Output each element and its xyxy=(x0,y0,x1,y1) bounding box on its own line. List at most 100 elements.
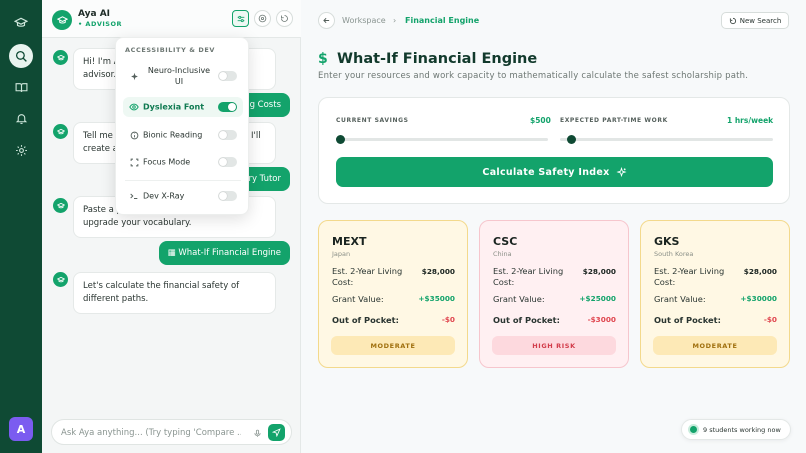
menu-item-focus-mode[interactable]: Focus Mode xyxy=(123,152,243,172)
back-button[interactable] xyxy=(318,12,335,29)
out-of-pocket-label: Out of Pocket: xyxy=(493,315,560,325)
assistant-message: Let's calculate the financial safety of … xyxy=(73,272,276,314)
assistant-avatar-icon xyxy=(53,272,68,287)
eye-icon xyxy=(258,14,267,23)
user-message-text: What-If Financial Engine xyxy=(178,248,281,258)
breadcrumb-current: Financial Engine xyxy=(405,16,480,25)
focus-mode-toggle[interactable] xyxy=(218,157,237,167)
work-value: 1 hrs/week xyxy=(727,116,774,125)
view-button[interactable] xyxy=(254,10,271,27)
online-dot-icon xyxy=(690,426,697,433)
arrow-left-icon xyxy=(323,17,330,24)
grant-label: Grant Value: xyxy=(493,294,545,304)
grant-label: Grant Value: xyxy=(332,294,384,304)
chat-input[interactable] xyxy=(61,425,241,441)
send-icon xyxy=(272,428,281,437)
assistant-avatar-icon xyxy=(53,50,68,65)
savings-label: CURRENT SAVINGS xyxy=(336,117,409,124)
living-cost-value: $28,000 xyxy=(582,267,616,276)
out-of-pocket-value: -$0 xyxy=(441,315,455,324)
menu-item-label: Dyslexia Font xyxy=(143,102,205,112)
sparkle-icon xyxy=(129,71,139,81)
reset-chat-button[interactable] xyxy=(276,10,293,27)
user-avatar[interactable]: A xyxy=(9,417,33,441)
chat-input-bar xyxy=(51,419,292,445)
out-of-pocket-value: -$0 xyxy=(763,315,777,324)
menu-item-dyslexia-font[interactable]: Dyslexia Font xyxy=(123,97,243,117)
graduation-cap-icon xyxy=(52,10,72,30)
calculate-safety-button[interactable]: Calculate Safety Index xyxy=(336,157,773,187)
accessibility-menu-title: ACCESSIBILITY & DEV xyxy=(125,46,216,54)
card-country: South Korea xyxy=(654,250,694,258)
assistant-name: Aya AI xyxy=(78,9,111,19)
menu-item-bionic-reading[interactable]: Bionic Reading xyxy=(123,125,243,145)
grant-value: +$35000 xyxy=(418,294,455,303)
graduation-cap-icon[interactable] xyxy=(10,12,32,34)
grant-value: +$25000 xyxy=(579,294,616,303)
living-cost-label: Est. 2-Year Living Cost: xyxy=(332,266,403,287)
bionic-reading-toggle[interactable] xyxy=(218,130,237,140)
bell-icon[interactable] xyxy=(10,107,32,129)
card-country: Japan xyxy=(332,250,351,258)
eye-icon xyxy=(129,102,139,112)
risk-badge: HIGH RISK xyxy=(492,336,616,355)
out-of-pocket-label: Out of Pocket: xyxy=(654,315,721,325)
accessibility-toggle-button[interactable] xyxy=(232,10,249,27)
menu-item-label: Focus Mode xyxy=(143,157,191,167)
new-search-button[interactable]: New Search xyxy=(721,12,789,29)
neuro-inclusive-toggle[interactable] xyxy=(218,71,237,81)
savings-value: $500 xyxy=(530,116,551,125)
sliders-icon xyxy=(237,15,244,22)
savings-slider-thumb[interactable] xyxy=(336,135,346,144)
book-icon[interactable] xyxy=(10,76,32,98)
scholarship-card-mext[interactable]: MEXT Japan Est. 2-Year Living Cost: $28,… xyxy=(318,220,468,368)
menu-item-dev-xray[interactable]: Dev X-Ray xyxy=(123,186,243,206)
sparkle-icon xyxy=(615,166,627,177)
living-cost-value: $28,000 xyxy=(421,267,455,276)
gear-icon[interactable] xyxy=(10,139,32,161)
grant-label: Grant Value: xyxy=(654,294,706,304)
refresh-icon xyxy=(729,17,736,24)
dollar-icon: $ xyxy=(318,51,328,67)
work-slider[interactable] xyxy=(560,135,773,144)
savings-slider[interactable] xyxy=(336,135,548,144)
user-message: ▦ What-If Financial Engine xyxy=(158,241,290,265)
menu-item-label: Bionic Reading xyxy=(143,130,203,140)
scholarship-card-csc[interactable]: CSC China Est. 2-Year Living Cost: $28,0… xyxy=(479,220,629,368)
dev-xray-toggle[interactable] xyxy=(218,191,237,201)
menu-divider xyxy=(125,180,241,181)
work-label: EXPECTED PART-TIME WORK xyxy=(560,117,668,124)
grant-value: +$30000 xyxy=(740,294,777,303)
scholarship-card-gks[interactable]: GKS South Korea Est. 2-Year Living Cost:… xyxy=(640,220,790,368)
menu-item-neuro-inclusive[interactable]: Neuro-Inclusive UI xyxy=(123,64,243,88)
living-cost-label: Est. 2-Year Living Cost: xyxy=(493,266,564,287)
breadcrumb-root[interactable]: Workspace xyxy=(342,16,386,25)
assistant-avatar-icon xyxy=(53,198,68,213)
search-icon[interactable] xyxy=(9,44,33,68)
work-slider-thumb[interactable] xyxy=(566,135,576,144)
new-search-label: New Search xyxy=(739,16,782,25)
focus-icon xyxy=(129,157,139,167)
out-of-pocket-label: Out of Pocket: xyxy=(332,315,399,325)
out-of-pocket-value: -$3000 xyxy=(587,315,616,324)
dyslexia-font-toggle[interactable] xyxy=(218,102,237,112)
info-icon xyxy=(129,130,139,140)
risk-badge: MODERATE xyxy=(331,336,455,355)
living-cost-value: $28,000 xyxy=(743,267,777,276)
assistant-avatar-icon xyxy=(53,124,68,139)
mic-icon[interactable] xyxy=(251,426,263,440)
living-cost-label: Est. 2-Year Living Cost: xyxy=(654,266,725,287)
left-rail: A xyxy=(0,0,42,453)
calculate-safety-label: Calculate Safety Index xyxy=(482,166,610,178)
card-name: MEXT xyxy=(332,235,367,248)
calculator-panel: CURRENT SAVINGS $500 EXPECTED PART-TIME … xyxy=(318,97,790,204)
card-country: China xyxy=(493,250,512,258)
card-name: CSC xyxy=(493,235,518,248)
menu-item-label: Dev X-Ray xyxy=(143,191,185,201)
send-button[interactable] xyxy=(268,424,285,441)
accessibility-menu: ACCESSIBILITY & DEV Neuro-Inclusive UI D… xyxy=(115,37,249,215)
assistant-role: • ADVISOR xyxy=(78,20,123,28)
online-status-text: 9 students working now xyxy=(703,425,781,434)
risk-badge: MODERATE xyxy=(653,336,777,355)
card-name: GKS xyxy=(654,235,680,248)
